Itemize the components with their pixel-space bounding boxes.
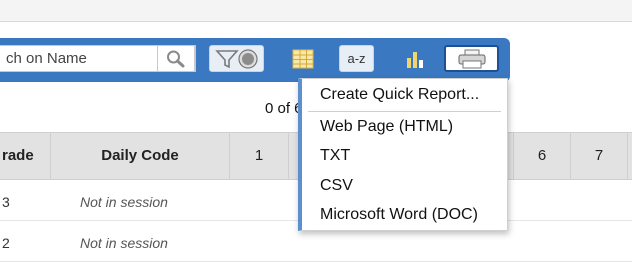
bar-chart-icon: [407, 51, 423, 68]
column-header-daily-code[interactable]: Daily Code: [51, 133, 229, 179]
column-header-6[interactable]: 6: [514, 133, 570, 179]
columns-button[interactable]: [284, 45, 322, 72]
daily-code-cell: Not in session: [80, 194, 168, 210]
column-header-grade[interactable]: rade: [0, 133, 52, 179]
sort-button[interactable]: a-z: [339, 45, 374, 72]
menu-item-quick-report[interactable]: Create Quick Report...: [320, 85, 479, 105]
search-icon: [167, 50, 185, 67]
menu-item-csv[interactable]: CSV: [320, 176, 353, 196]
search-button[interactable]: [157, 45, 195, 72]
column-header-1[interactable]: 1: [230, 133, 288, 179]
menu-item-txt[interactable]: TXT: [320, 146, 350, 166]
grade-cell: 2: [2, 235, 10, 251]
top-strip: [0, 0, 632, 22]
menu-item-doc[interactable]: Microsoft Word (DOC): [320, 205, 478, 225]
sort-az-icon: a-z: [347, 51, 366, 66]
printer-icon: [458, 49, 485, 68]
print-options-menu: Create Quick Report... Web Page (HTML) T…: [298, 78, 508, 231]
column-header-7[interactable]: 7: [571, 133, 627, 179]
daily-code-cell: Not in session: [80, 235, 168, 251]
grade-cell: 3: [2, 194, 10, 210]
menu-item-html[interactable]: Web Page (HTML): [320, 117, 453, 137]
record-count: 0 of 6: [265, 100, 303, 117]
column-divider: [627, 133, 628, 179]
filter-toggle-icon: [214, 48, 258, 69]
menu-separator: [308, 111, 501, 112]
filter-toggle-button[interactable]: [209, 45, 264, 72]
chart-button[interactable]: [397, 45, 433, 72]
print-button[interactable]: [444, 45, 499, 72]
column-divider: [288, 133, 289, 179]
columns-grid-icon: [292, 49, 314, 68]
